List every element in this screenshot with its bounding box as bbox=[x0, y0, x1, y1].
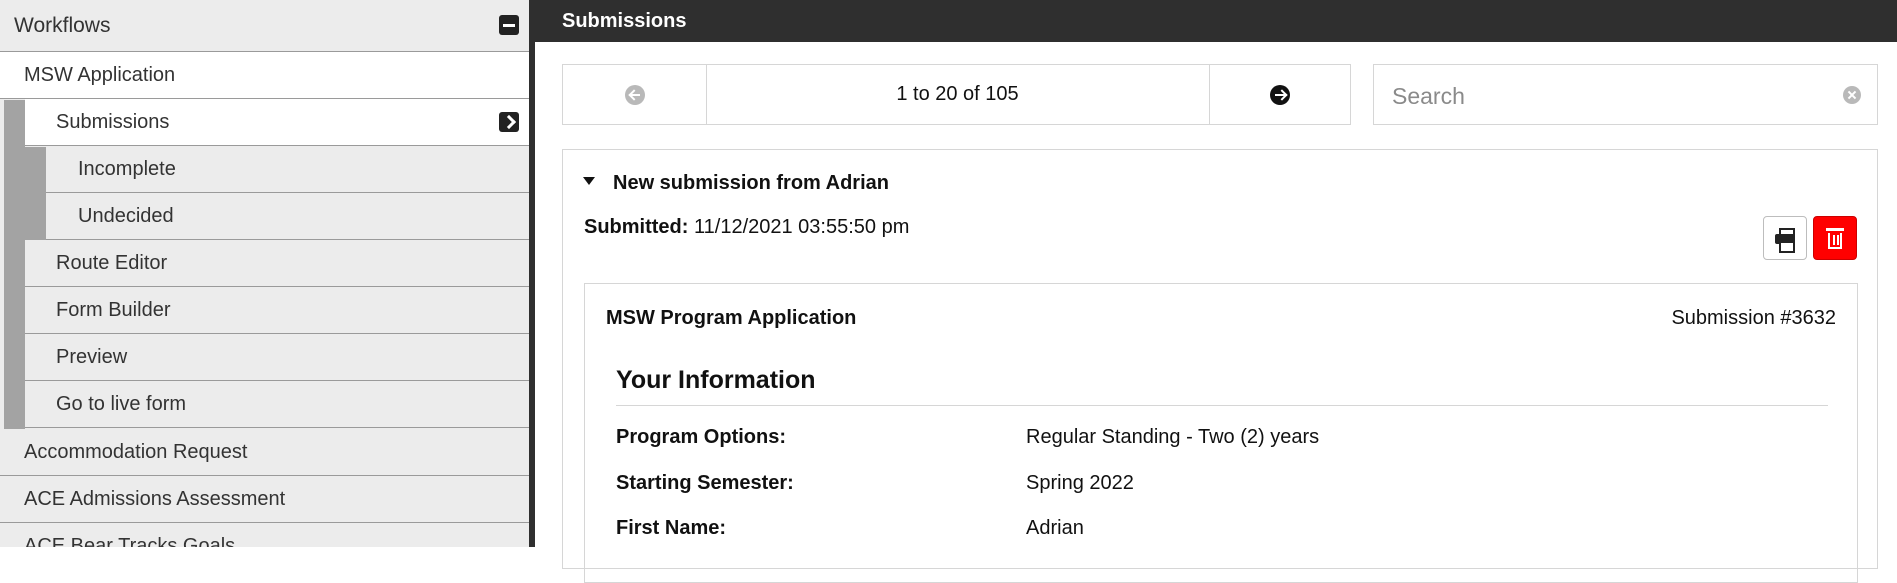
sidebar-item-preview[interactable]: Preview bbox=[25, 334, 529, 381]
nesting-bar bbox=[4, 100, 25, 429]
form-panel: MSW Program Application Submission #3632… bbox=[584, 283, 1858, 583]
top-bar: Submissions bbox=[535, 0, 1897, 42]
sidebar-item-label: Preview bbox=[56, 346, 128, 368]
field-label: Starting Semester: bbox=[616, 472, 794, 494]
field-value: Regular Standing - Two (2) years bbox=[1026, 426, 1320, 448]
collapse-icon[interactable] bbox=[499, 15, 519, 35]
submission-title[interactable]: New submission from Adrian bbox=[613, 172, 889, 195]
sidebar-item-label: ACE Bear Tracks Goals bbox=[24, 535, 236, 547]
sidebar-item-label: ACE Admissions Assessment bbox=[24, 488, 286, 510]
nesting-bar-inner bbox=[25, 147, 46, 241]
sidebar-item-label: MSW Application bbox=[24, 64, 176, 86]
sidebar-item-msw-application[interactable]: MSW Application bbox=[0, 52, 529, 99]
section-title: Your Information bbox=[616, 366, 816, 394]
search-input[interactable] bbox=[1390, 79, 1834, 113]
sidebar-item-ace-bear-tracks-goals[interactable]: ACE Bear Tracks Goals bbox=[0, 523, 529, 547]
sidebar-item-ace-admissions-assessment[interactable]: ACE Admissions Assessment bbox=[0, 476, 529, 523]
next-page-button[interactable] bbox=[1209, 65, 1350, 124]
sidebar-item-form-builder[interactable]: Form Builder bbox=[25, 287, 529, 334]
sidebar-item-label: Form Builder bbox=[56, 299, 171, 321]
sidebar-item-label: Accommodation Request bbox=[24, 441, 248, 463]
sidebar-item-go-to-live-form[interactable]: Go to live form bbox=[25, 381, 529, 428]
sidebar-item-label: Submissions bbox=[56, 111, 170, 133]
prev-arrow-icon bbox=[624, 84, 645, 105]
form-title: MSW Program Application bbox=[606, 307, 857, 329]
field-label: Program Options: bbox=[616, 426, 787, 448]
page-range: 1 to 20 of 105 bbox=[706, 65, 1210, 124]
clear-icon[interactable] bbox=[1843, 86, 1861, 104]
print-button[interactable] bbox=[1763, 216, 1807, 260]
sidebar-item-undecided[interactable]: Undecided bbox=[46, 193, 529, 240]
pagination: 1 to 20 of 105 bbox=[562, 64, 1351, 125]
submitted-info: Submitted: 11/12/2021 03:55:50 pm bbox=[584, 216, 909, 239]
page-title: Submissions bbox=[562, 10, 687, 32]
sidebar-item-incomplete[interactable]: Incomplete bbox=[46, 146, 529, 193]
sidebar: Workflows MSW Application Submissions In… bbox=[0, 0, 535, 547]
sidebar-item-label: Go to live form bbox=[56, 393, 187, 415]
divider bbox=[616, 405, 1828, 406]
sidebar-item-label: Route Editor bbox=[56, 252, 168, 274]
submitted-value: 11/12/2021 03:55:50 pm bbox=[694, 216, 910, 238]
field-label: First Name: bbox=[616, 517, 727, 539]
sidebar-item-route-editor[interactable]: Route Editor bbox=[25, 240, 529, 287]
prev-page-button[interactable] bbox=[563, 65, 707, 124]
sidebar-item-accommodation-request[interactable]: Accommodation Request bbox=[0, 429, 529, 476]
submitted-label: Submitted: bbox=[584, 216, 689, 238]
submission-card: New submission from Adrian Submitted: 11… bbox=[562, 149, 1878, 583]
submission-number: Submission #3632 bbox=[1671, 307, 1836, 329]
search-box bbox=[1373, 64, 1878, 125]
sidebar-header: Workflows bbox=[0, 0, 529, 52]
sidebar-item-label: Incomplete bbox=[78, 158, 176, 180]
next-arrow-icon bbox=[1269, 84, 1290, 105]
sidebar-item-submissions[interactable]: Submissions bbox=[25, 99, 529, 146]
field-value: Spring 2022 bbox=[1026, 472, 1134, 494]
field-value: Adrian bbox=[1026, 517, 1084, 539]
delete-button[interactable] bbox=[1813, 216, 1857, 260]
caret-down-icon[interactable] bbox=[583, 177, 595, 185]
sidebar-title: Workflows bbox=[14, 14, 111, 37]
sidebar-item-label: Undecided bbox=[78, 205, 174, 227]
go-icon bbox=[499, 112, 519, 132]
